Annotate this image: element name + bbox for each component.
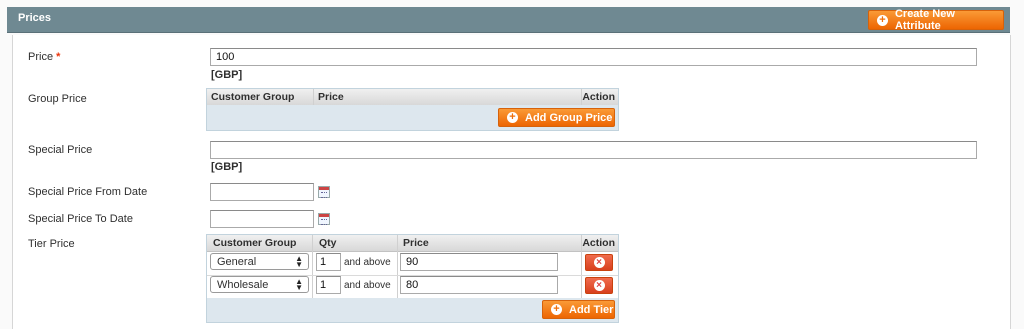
qty-suffix: and above xyxy=(344,280,391,291)
special-to-date-input[interactable] xyxy=(210,210,314,228)
add-group-price-label: Add Group Price xyxy=(525,111,613,124)
price-input[interactable] xyxy=(210,48,977,66)
required-mark: * xyxy=(56,51,61,63)
tier-col-customer-group: Customer Group xyxy=(213,237,297,249)
prices-panel-header: Prices xyxy=(7,7,1010,33)
tier-price-grid-header: Customer Group Qty Price Action xyxy=(207,235,618,252)
calendar-icon[interactable] xyxy=(318,186,330,198)
delete-tier-button[interactable]: × xyxy=(585,254,613,271)
group-price-label: Group Price xyxy=(28,93,87,105)
group-price-col-price: Price xyxy=(318,91,344,103)
create-new-attribute-label: Create New Attribute xyxy=(894,8,955,32)
plus-circle-icon: + xyxy=(877,14,888,26)
selected-group: Wholesale xyxy=(217,279,269,291)
add-group-price-button[interactable]: + Add Group Price xyxy=(498,108,615,127)
selected-group: General xyxy=(217,256,257,268)
special-price-input[interactable] xyxy=(210,141,977,159)
delete-x-icon: × xyxy=(593,257,605,268)
tier-col-qty: Qty xyxy=(319,237,337,249)
delete-tier-button[interactable]: × xyxy=(585,277,613,294)
tier-col-price: Price xyxy=(403,237,429,249)
col-divider xyxy=(397,235,398,299)
tier-row-price-input[interactable] xyxy=(400,276,558,294)
tier-price-label: Tier Price xyxy=(28,238,75,250)
group-price-col-customer-group: Customer Group xyxy=(211,91,295,103)
select-arrows-icon: ▲ ▼ xyxy=(295,254,303,269)
add-tier-label: Add Tier xyxy=(569,303,614,316)
tier-row-qty-input[interactable] xyxy=(316,253,341,271)
tier-row-customer-group-select[interactable]: General ▲ ▼ xyxy=(210,253,309,270)
delete-x-icon: × xyxy=(593,280,605,291)
col-divider xyxy=(313,89,314,105)
col-divider xyxy=(581,89,582,105)
group-price-col-action: Action xyxy=(582,91,615,103)
special-price-currency: [GBP] xyxy=(211,161,243,173)
tier-row-qty-input[interactable] xyxy=(316,276,341,294)
group-price-grid-header: Customer Group Price Action xyxy=(207,89,618,106)
calendar-icon[interactable] xyxy=(318,213,330,225)
tier-row-customer-group-select[interactable]: Wholesale ▲ ▼ xyxy=(210,276,309,293)
qty-suffix: and above xyxy=(344,257,391,268)
create-new-attribute-button[interactable]: + Create New Attribute xyxy=(868,8,1004,32)
price-label-text: Price xyxy=(28,51,54,63)
tier-row-price-input[interactable] xyxy=(400,253,558,271)
panel-title: Prices xyxy=(18,12,52,24)
col-divider xyxy=(312,235,313,299)
col-divider xyxy=(581,235,582,299)
tier-col-action: Action xyxy=(582,237,615,249)
special-from-label: Special Price From Date xyxy=(28,186,148,198)
plus-circle-icon: + xyxy=(551,304,562,315)
price-currency: [GBP] xyxy=(211,69,243,81)
select-arrows-icon: ▲ ▼ xyxy=(295,277,303,292)
price-label: Price * xyxy=(28,51,60,63)
plus-circle-icon: + xyxy=(507,112,518,123)
special-from-date-input[interactable] xyxy=(210,183,314,201)
special-price-label: Special Price xyxy=(28,144,93,156)
add-tier-button[interactable]: + Add Tier xyxy=(542,300,615,319)
special-to-label: Special Price To Date xyxy=(28,213,133,225)
